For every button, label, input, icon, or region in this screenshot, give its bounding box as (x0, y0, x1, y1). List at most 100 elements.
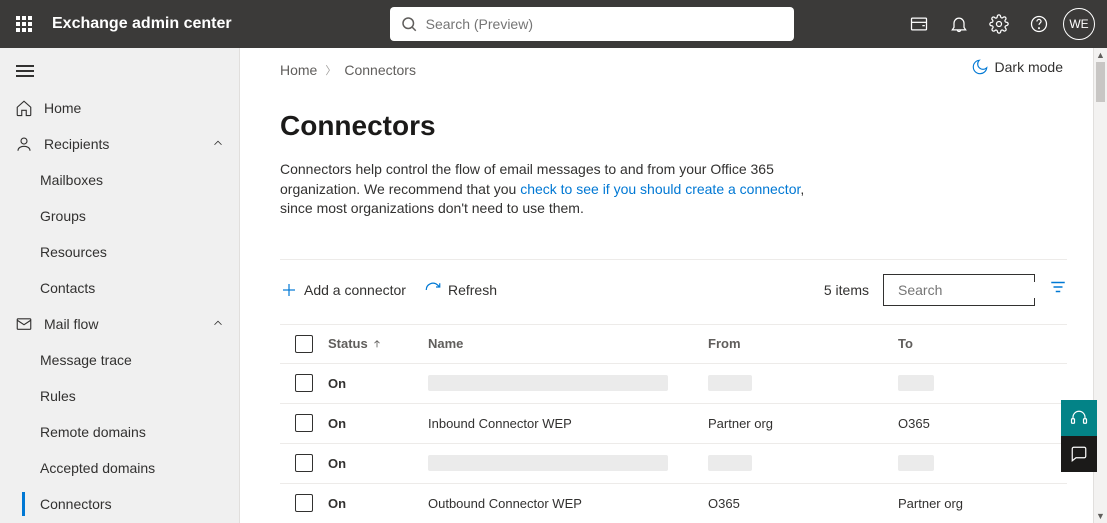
button-label: Add a connector (304, 282, 406, 298)
sidebar-item-groups[interactable]: Groups (0, 198, 239, 234)
refresh-icon (424, 281, 442, 299)
sidebar-item-resources[interactable]: Resources (0, 234, 239, 270)
dark-mode-toggle[interactable]: Dark mode (971, 58, 1063, 76)
page-title: Connectors (280, 110, 1067, 142)
cell-status: On (328, 456, 428, 471)
redacted-cell (708, 375, 752, 391)
dark-mode-label: Dark mode (995, 59, 1063, 75)
support-tab[interactable] (1061, 400, 1097, 436)
cell-name: Inbound Connector WEP (428, 416, 572, 431)
mail-icon (14, 314, 34, 334)
sort-asc-icon (372, 339, 382, 349)
sidebar-item-label: Resources (40, 244, 107, 260)
sidebar-item-mailflow[interactable]: Mail flow (0, 306, 239, 342)
help-icon[interactable] (1019, 0, 1059, 48)
brand-title: Exchange admin center (52, 15, 232, 33)
sidebar-item-recipients[interactable]: Recipients (0, 126, 239, 162)
sidebar-item-accepted-domains[interactable]: Accepted domains (0, 450, 239, 486)
cell-status: On (328, 416, 428, 431)
home-icon (14, 98, 34, 118)
button-label: Refresh (448, 282, 497, 298)
table-row[interactable]: On (280, 444, 1067, 484)
sidebar-item-label: Home (44, 100, 81, 116)
redacted-cell (428, 455, 668, 471)
sidebar-item-label: Rules (40, 388, 76, 404)
cell-status: On (328, 376, 428, 391)
sidebar: Home Recipients Mailboxes Groups Resourc… (0, 48, 240, 523)
settings-icon[interactable] (979, 0, 1019, 48)
col-status[interactable]: Status (328, 336, 428, 351)
toolbar: Add a connector Refresh 5 items (280, 259, 1067, 306)
sidebar-item-home[interactable]: Home (0, 90, 239, 126)
notifications-icon[interactable] (939, 0, 979, 48)
list-search[interactable] (883, 274, 1035, 306)
breadcrumb-current: Connectors (344, 62, 416, 78)
breadcrumb: Home 〉 Connectors (280, 62, 1067, 78)
chat-icon (1070, 445, 1088, 463)
connector-check-link[interactable]: check to see if you should create a conn… (520, 181, 800, 197)
sidebar-item-label: Accepted domains (40, 460, 155, 476)
person-icon (14, 134, 34, 154)
sidebar-item-label: Connectors (40, 496, 112, 512)
breadcrumb-home[interactable]: Home (280, 62, 317, 78)
chevron-up-icon (211, 136, 225, 153)
global-search[interactable] (390, 7, 794, 41)
refresh-button[interactable]: Refresh (424, 281, 497, 299)
scroll-down-icon[interactable]: ▼ (1094, 509, 1107, 523)
cell-to: O365 (898, 416, 930, 431)
row-checkbox[interactable] (280, 374, 328, 392)
cell-from: O365 (708, 496, 740, 511)
row-checkbox[interactable] (280, 454, 328, 472)
chevron-up-icon (211, 316, 225, 333)
sidebar-item-remote-domains[interactable]: Remote domains (0, 414, 239, 450)
redacted-cell (708, 455, 752, 471)
waffle-icon (16, 16, 32, 32)
sidebar-item-label: Mail flow (44, 316, 98, 332)
sidebar-item-message-trace[interactable]: Message trace (0, 342, 239, 378)
global-search-input[interactable] (426, 16, 784, 32)
avatar[interactable]: WE (1063, 8, 1095, 40)
sidebar-item-connectors[interactable]: Connectors (0, 486, 239, 522)
redacted-cell (898, 455, 934, 471)
sidebar-item-label: Mailboxes (40, 172, 103, 188)
sidebar-item-mailboxes[interactable]: Mailboxes (0, 162, 239, 198)
card-icon[interactable] (899, 0, 939, 48)
table-row[interactable]: OnOutbound Connector WEPO365Partner org (280, 484, 1067, 523)
scroll-thumb[interactable] (1096, 62, 1105, 102)
redacted-cell (898, 375, 934, 391)
filter-icon (1049, 278, 1067, 296)
redacted-cell (428, 375, 668, 391)
item-count: 5 items (824, 282, 869, 298)
row-checkbox[interactable] (280, 494, 328, 512)
col-name[interactable]: Name (428, 336, 708, 351)
sidebar-item-label: Contacts (40, 280, 95, 296)
sidebar-item-contacts[interactable]: Contacts (0, 270, 239, 306)
feedback-tabs (1061, 400, 1097, 472)
top-right-actions: WE (899, 0, 1107, 48)
sidebar-item-label: Remote domains (40, 424, 146, 440)
scroll-up-icon[interactable]: ▲ (1094, 48, 1107, 62)
page-description: Connectors help control the flow of emai… (280, 160, 840, 219)
search-icon (400, 15, 418, 33)
main-content: Home 〉 Connectors Dark mode Connectors C… (240, 48, 1107, 523)
add-connector-button[interactable]: Add a connector (280, 281, 406, 299)
col-from[interactable]: From (708, 336, 898, 351)
table-row[interactable]: On (280, 364, 1067, 404)
sidebar-item-label: Groups (40, 208, 86, 224)
row-checkbox[interactable] (280, 414, 328, 432)
moon-icon (971, 58, 989, 76)
table-header: Status Name From To (280, 324, 1067, 364)
col-to[interactable]: To (898, 336, 1018, 351)
plus-icon (280, 281, 298, 299)
chevron-right-icon: 〉 (325, 62, 336, 78)
feedback-tab[interactable] (1061, 436, 1097, 472)
sidebar-item-rules[interactable]: Rules (0, 378, 239, 414)
sidebar-item-label: Recipients (44, 136, 109, 152)
app-launcher-button[interactable] (0, 0, 48, 48)
cell-to: Partner org (898, 496, 963, 511)
filter-button[interactable] (1049, 278, 1067, 301)
select-all-checkbox[interactable] (280, 335, 328, 353)
sidebar-toggle[interactable] (0, 54, 239, 90)
cell-from: Partner org (708, 416, 773, 431)
table-row[interactable]: OnInbound Connector WEP Partner org O365 (280, 404, 1067, 444)
